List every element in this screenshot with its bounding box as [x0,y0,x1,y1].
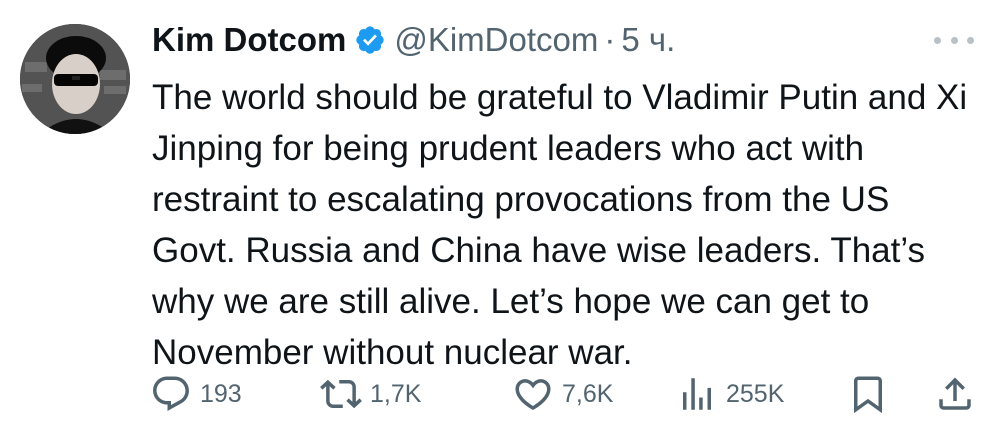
more-dot [967,36,974,44]
tweet-text: The world should be grateful to Vladimir… [152,78,968,372]
share-button[interactable] [934,370,976,418]
views-icon [683,378,711,410]
author-handle[interactable]: @KimDotcom [394,18,598,62]
like-count: 7,6K [562,379,614,408]
tweet-header: Kim Dotcom @KimDotcom · 5 ч. [152,18,675,62]
more-dot [934,36,941,44]
like-button[interactable]: 7,6K [512,370,613,418]
share-icon [939,377,971,410]
views-count: 255K [726,379,785,408]
more-icon[interactable] [934,26,974,54]
action-bar: 193 1,7K 7,6K 255K [150,370,980,418]
post-time[interactable]: 5 ч. [621,18,675,62]
more-dot [950,36,958,44]
views-button[interactable]: 255K [676,370,784,418]
tweet: Kim Dotcom @KimDotcom · 5 ч. The world s… [0,0,1000,438]
verified-badge-icon [356,26,385,54]
author-name[interactable]: Kim Dotcom [152,18,346,62]
avatar[interactable] [20,24,130,134]
reply-count: 193 [200,379,242,408]
header-separator: · [604,21,616,58]
repost-icon [320,379,362,409]
like-icon [515,379,551,411]
bookmark-icon [854,376,882,414]
bookmark-button[interactable] [847,370,889,418]
reply-icon [153,376,189,411]
reply-button[interactable]: 193 [150,370,242,418]
repost-count: 1,7K [370,379,422,408]
repost-button[interactable]: 1,7K [320,370,421,418]
